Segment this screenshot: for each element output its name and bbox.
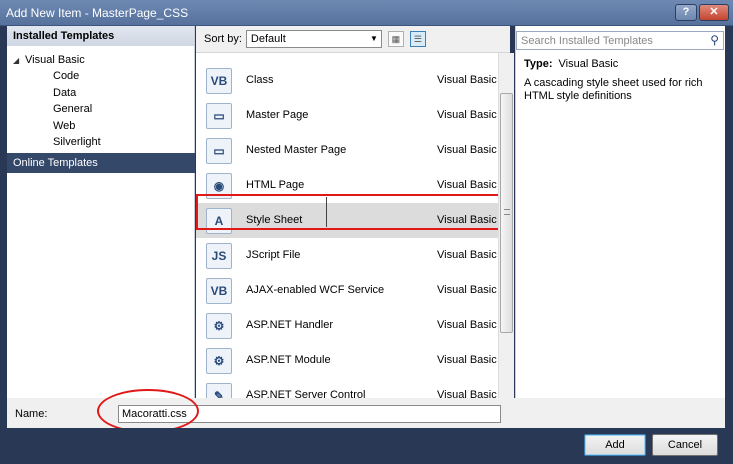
template-name: Style Sheet [246,214,303,226]
template-row[interactable]: A Style Sheet Visual Basic [196,203,510,238]
template-name: ASP.NET Handler [246,319,334,331]
template-name: Master Page [246,109,309,121]
template-name: AJAX-enabled WCF Service [246,284,385,296]
html-page-icon: ◉ [206,173,232,199]
template-row[interactable]: ◉ HTML Page Visual Basic [196,168,510,203]
template-name: Class [246,74,274,86]
style-sheet-icon: A [206,208,232,234]
template-language: Visual Basic [437,109,497,121]
template-name: HTML Page [246,179,305,191]
tree-item-visual-basic[interactable]: ◢ Visual Basic [13,52,194,68]
tree-root-label: Visual Basic [25,54,85,66]
template-language: Visual Basic [437,74,497,86]
selection-divider [326,197,327,227]
template-language: Visual Basic [437,214,497,226]
template-list: VB Class Visual Basic ▭ Master Page Visual Ba… [196,63,510,409]
template-list-scrollbar[interactable] [498,53,514,398]
help-button[interactable]: ? [675,4,697,21]
aspnet-module-icon: ⚙ [206,348,232,374]
type-label: Type: [524,58,553,70]
template-language: Visual Basic [437,179,497,191]
close-button[interactable]: ✕ [699,4,729,21]
cancel-button[interactable]: Cancel [652,434,718,456]
template-row[interactable]: JS JScript File Visual Basic [196,238,510,273]
tree-item-code[interactable]: Code [13,68,194,85]
jscript-file-icon: JS [206,243,232,269]
master-page-icon: ▭ [206,103,232,129]
template-language: Visual Basic [437,354,497,366]
search-templates-input[interactable]: Search Installed Templates ⚲ [516,31,724,50]
template-row[interactable]: ⚙ ASP.NET Module Visual Basic [196,343,510,378]
template-language: Visual Basic [437,284,497,296]
template-row[interactable]: ▭ Nested Master Page Visual Basic [196,133,510,168]
template-language: Visual Basic [437,249,497,261]
scrollbar-thumb[interactable] [500,93,513,333]
template-name: ASP.NET Module [246,354,331,366]
template-language: Visual Basic [437,144,497,156]
small-icons-view-button[interactable]: ▦ [387,31,404,47]
template-name: JScript File [246,249,301,261]
tree-item-data[interactable]: Data [13,85,194,102]
vb-class-icon: VB [206,68,232,94]
template-tree: ◢ Visual Basic Code Data General Web Silverl… [7,46,194,151]
template-language: Visual Basic [437,319,497,331]
chevron-down-icon: ▼ [369,34,378,43]
add-button[interactable]: Add [584,434,646,456]
templates-panel: Sort by: Default ▼ ▦ ☰ VB Class Visual Bas… [196,26,510,409]
search-icon[interactable]: ⚲ [710,33,719,47]
sort-by-select[interactable]: Default ▼ [245,30,382,48]
wcf-service-icon: VB [206,278,232,304]
title-bar: Add New Item - MasterPage_CSS ? ✕ [0,0,733,26]
templates-tree-panel: Installed Templates ◢ Visual Basic Code D… [7,26,195,398]
window-title: Add New Item - MasterPage_CSS [6,6,189,20]
template-type: Type: Visual Basic [524,58,618,70]
name-label: Name: [15,408,48,420]
sort-by-label: Sort by: [204,33,242,45]
template-row[interactable]: VB Class Visual Basic [196,63,510,98]
nested-master-page-icon: ▭ [206,138,232,164]
sort-by-value: Default [250,33,286,45]
sort-toolbar: Sort by: Default ▼ ▦ ☰ [196,26,510,53]
aspnet-handler-icon: ⚙ [206,313,232,339]
tree-item-silverlight[interactable]: Silverlight [13,134,194,151]
template-name: Nested Master Page [246,144,347,156]
installed-templates-header[interactable]: Installed Templates [7,26,194,46]
template-row[interactable]: VB AJAX-enabled WCF Service Visual Basic [196,273,510,308]
template-row[interactable]: ▭ Master Page Visual Basic [196,98,510,133]
list-view-button[interactable]: ☰ [409,31,426,47]
tree-item-general[interactable]: General [13,101,194,118]
expand-arrow-icon[interactable]: ◢ [13,56,25,65]
search-placeholder: Search Installed Templates [521,35,653,47]
template-row[interactable]: ⚙ ASP.NET Handler Visual Basic [196,308,510,343]
name-bar: Name: [7,398,725,428]
scroll-grip-icon [504,209,510,215]
online-templates-header[interactable]: Online Templates [7,153,195,173]
template-description: A cascading style sheet used for rich HT… [524,77,703,102]
type-value: Visual Basic [558,58,619,70]
tree-item-web[interactable]: Web [13,118,194,135]
name-input[interactable] [118,405,501,423]
details-panel: Search Installed Templates ⚲ Type: Visual… [515,26,725,398]
